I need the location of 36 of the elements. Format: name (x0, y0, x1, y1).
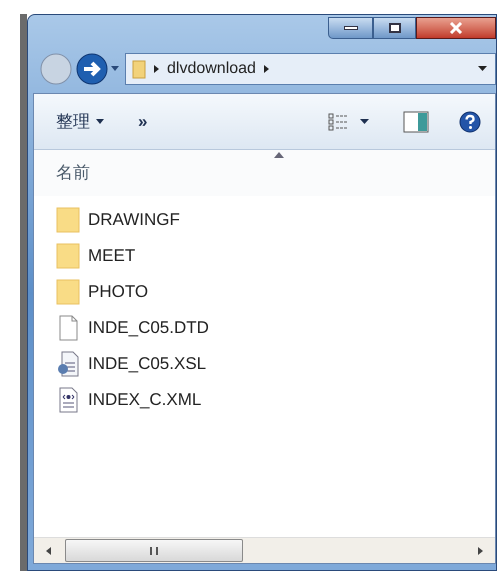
dropdown-icon[interactable] (360, 118, 369, 124)
sort-arrow-icon (274, 152, 284, 158)
chevron-icon (264, 65, 269, 73)
horizontal-scrollbar[interactable] (34, 537, 495, 563)
file-name[interactable]: INDE_C05.DTD (88, 315, 209, 341)
file-name[interactable]: MEET (88, 243, 136, 269)
scroll-right-icon[interactable] (478, 546, 483, 554)
minimize-button[interactable] (328, 17, 373, 39)
address-bar[interactable]: dlvdownload (125, 53, 496, 85)
close-button[interactable] (416, 17, 496, 39)
close-icon (449, 22, 463, 34)
file-name[interactable]: INDE_C05.XSL (88, 351, 206, 377)
folder-icon (56, 207, 80, 233)
maximize-button[interactable] (373, 17, 416, 39)
file-name[interactable]: PHOTO (88, 279, 148, 305)
history-dropdown-icon[interactable] (111, 66, 119, 72)
file-name[interactable]: INDEX_C.XML (88, 387, 202, 413)
folder-icon (56, 279, 80, 305)
preview-pane-icon[interactable] (403, 110, 429, 132)
dropdown-icon (96, 119, 104, 124)
name-column-label: 名前 (56, 162, 90, 184)
dropdown-icon[interactable] (478, 66, 487, 72)
address-path: dlvdownload (167, 59, 256, 79)
stylesheet-icon (56, 351, 80, 377)
column-header[interactable]: 名前 (34, 150, 495, 196)
scroll-left-icon[interactable] (46, 546, 51, 554)
folder-icon (132, 59, 146, 79)
organize-menu[interactable]: 整理 (56, 108, 90, 134)
view-icon[interactable] (328, 112, 348, 130)
help-icon[interactable] (459, 110, 481, 132)
forward-button[interactable] (75, 52, 109, 86)
chevron-icon (154, 65, 159, 73)
folder-icon (56, 243, 80, 269)
file-name[interactable]: DRAWINGF (88, 207, 180, 233)
scrollbar-thumb[interactable] (65, 539, 243, 562)
more-button[interactable]: » (138, 108, 148, 134)
